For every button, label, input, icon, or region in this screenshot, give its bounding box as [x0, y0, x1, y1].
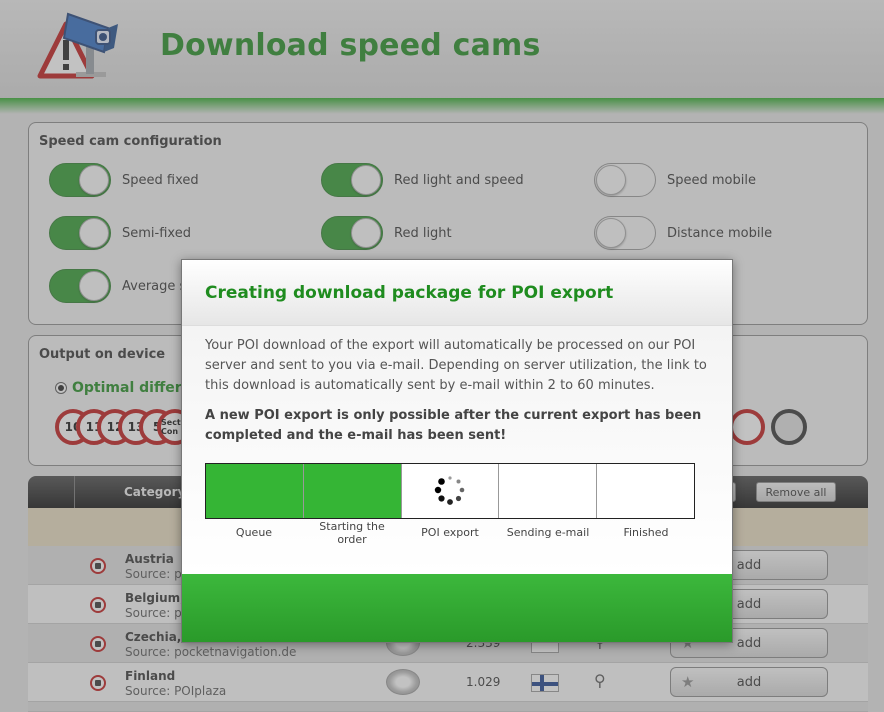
- step-label: Finished: [623, 526, 669, 539]
- dialog-header: Creating download package for POI export: [182, 260, 732, 326]
- step-label: POI export: [421, 526, 479, 539]
- step-label: Sending e-mail: [506, 526, 590, 539]
- dialog-title: Creating download package for POI export: [205, 283, 614, 303]
- step-queue: [206, 464, 304, 518]
- dialog-footer: [182, 574, 732, 642]
- step-sending-email: [499, 464, 598, 518]
- step-label: Queue: [235, 526, 273, 539]
- dialog-warning: A new POI export is only possible after …: [205, 408, 702, 443]
- dialog-body: Your POI download of the export will aut…: [182, 326, 732, 574]
- step-finished: [597, 464, 694, 518]
- progress-step-labels: Queue Starting the order POI export Send…: [205, 520, 695, 546]
- progress-steps: [205, 463, 695, 519]
- step-label: Starting the order: [319, 520, 385, 546]
- loading-spinner-icon: [434, 476, 464, 505]
- step-starting-order: [303, 464, 402, 518]
- dialog-description: Your POI download of the export will aut…: [205, 338, 707, 393]
- step-poi-export: [402, 464, 500, 518]
- export-progress-dialog: Creating download package for POI export…: [181, 259, 733, 643]
